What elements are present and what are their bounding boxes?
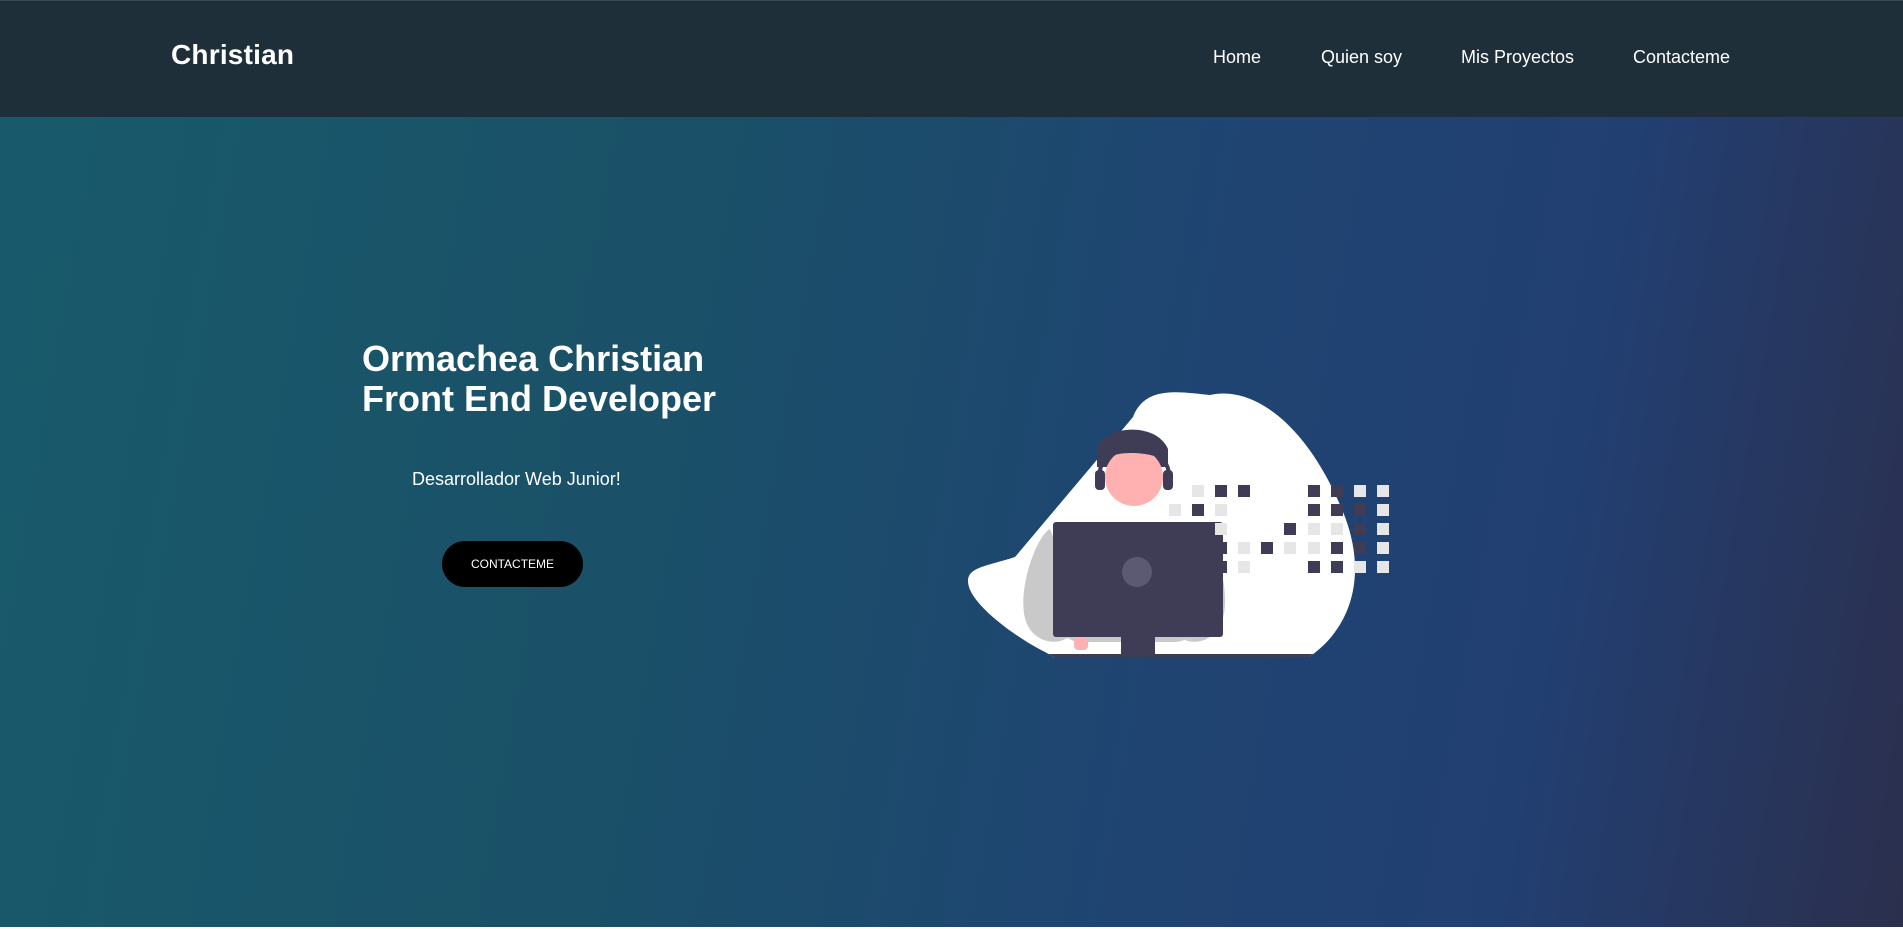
hero-title: Ormachea Christian Front End Developer [362,339,716,419]
page: Christian Home Quien soy Mis Proyectos C… [0,0,1903,929]
developer-illustration-icon [968,392,1389,657]
navbar: Christian Home Quien soy Mis Proyectos C… [0,0,1903,117]
nav-link-home[interactable]: Home [1213,47,1261,68]
hero-subtitle: Desarrollador Web Junior! [412,469,621,489]
hero-title-role: Front End Developer [362,378,717,419]
nav-link-mis-proyectos[interactable]: Mis Proyectos [1461,47,1574,68]
monitor-stand [1121,637,1155,657]
hero-title-name: Ormachea Christian [362,338,705,379]
nav-links: Home Quien soy Mis Proyectos Contacteme [0,47,1903,71]
nav-link-contacteme[interactable]: Contacteme [1633,47,1730,68]
hero-section: Ormachea Christian Front End Developer D… [0,117,1903,927]
monitor-logo [1122,557,1152,587]
contact-button[interactable]: CONTACTEME [442,541,583,587]
person-head [1105,448,1163,506]
nav-link-quien-soy[interactable]: Quien soy [1321,47,1402,68]
desk [968,654,1356,657]
